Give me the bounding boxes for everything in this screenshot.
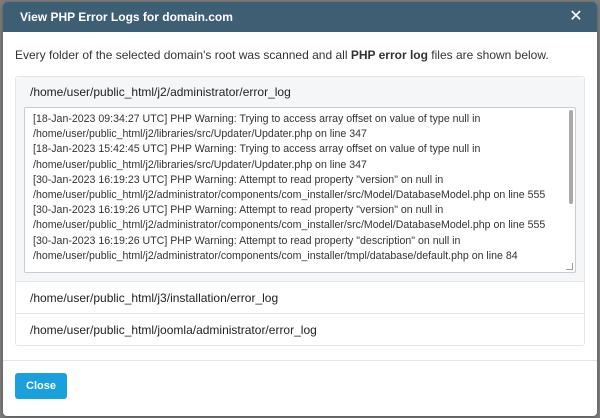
log-line: [18-Jan-2023 15:42:45 UTC] PHP Warning: …	[33, 143, 481, 156]
log-line: /home/user/public_html/j2/libraries/src/…	[33, 128, 367, 141]
log-line: /home/user/public_html/j2/administrator/…	[33, 249, 518, 262]
log-line: [18-Jan-2023 09:34:27 UTC] PHP Warning: …	[33, 113, 481, 125]
log-line: [30-Jan-2023 16:19:26 UTC] PHP Warning: …	[33, 204, 444, 217]
error-log-accordion: /home/user/public_html/j2/administrator/…	[15, 76, 585, 346]
log-line: /home/user/public_html/j2/administrator/…	[33, 189, 546, 202]
error-log-header[interactable]: /home/user/public_html/joomla/administra…	[16, 314, 584, 345]
log-line: /home/user/public_html/j2/libraries/src/…	[33, 158, 367, 171]
php-error-logs-dialog: View PHP Error Logs for domain.com ✕ Eve…	[3, 2, 597, 416]
error-log-item: /home/user/public_html/j3/installation/e…	[16, 281, 584, 313]
error-log-header[interactable]: /home/user/public_html/j2/administrator/…	[16, 77, 584, 107]
error-log-content: [18-Jan-2023 09:34:27 UTC] PHP Warning: …	[25, 108, 575, 264]
dialog-header: View PHP Error Logs for domain.com ✕	[3, 2, 597, 32]
close-icon[interactable]: ✕	[569, 9, 583, 25]
dialog-footer: Close	[3, 360, 597, 416]
error-log-textarea[interactable]: [18-Jan-2023 09:34:27 UTC] PHP Warning: …	[24, 107, 576, 273]
error-log-item: /home/user/public_html/joomla/administra…	[16, 313, 584, 345]
scrollbar-thumb[interactable]	[569, 110, 573, 204]
close-button[interactable]: Close	[15, 373, 67, 399]
log-line: [30-Jan-2023 16:19:26 UTC] PHP Warning: …	[33, 234, 461, 247]
dialog-title: View PHP Error Logs for domain.com	[20, 10, 233, 24]
intro-text: Every folder of the selected domain's ro…	[15, 48, 549, 62]
error-log-panel: [18-Jan-2023 09:34:27 UTC] PHP Warning: …	[16, 107, 584, 281]
dialog-body: Every folder of the selected domain's ro…	[3, 32, 597, 346]
log-line: /home/user/public_html/j2/administrator/…	[33, 219, 546, 232]
error-log-header[interactable]: /home/user/public_html/j3/installation/e…	[16, 282, 584, 313]
log-line: [30-Jan-2023 16:19:23 UTC] PHP Warning: …	[33, 173, 444, 186]
resize-grip-icon[interactable]	[566, 263, 573, 270]
error-log-item: /home/user/public_html/j2/administrator/…	[16, 77, 584, 281]
